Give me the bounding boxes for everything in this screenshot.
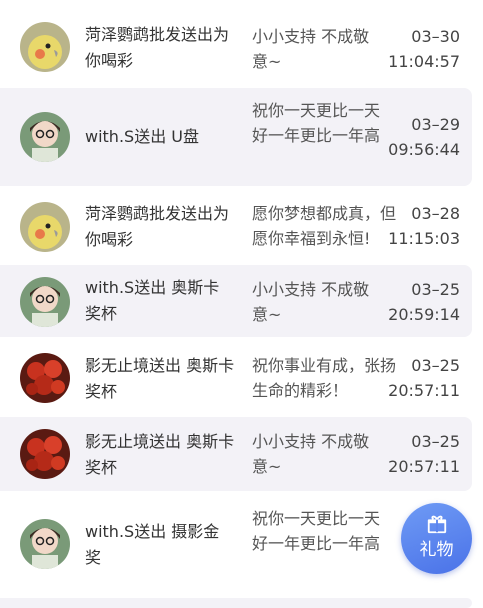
timestamp: 03–29 09:56:44 <box>360 112 460 162</box>
date-text: 03–29 <box>411 115 460 134</box>
gift-icon <box>427 515 447 534</box>
list-item[interactable]: 菏泽鹦鹉批发送出为你喝彩 小小支持 不成敬意~ 03–30 11:04:57 <box>0 10 472 82</box>
timestamp: 03–25 20:59:14 <box>360 277 460 327</box>
giver-text: 菏泽鹦鹉批发送出为你喝彩 <box>85 204 230 249</box>
girl-avatar[interactable] <box>20 277 70 327</box>
giver-text: 菏泽鹦鹉批发送出为你喝彩 <box>85 25 230 70</box>
date-text: 03–28 <box>411 204 460 223</box>
parrot-avatar[interactable] <box>20 202 70 252</box>
crayfish-avatar[interactable] <box>20 353 70 403</box>
gift-button-label: 礼物 <box>419 540 454 560</box>
giver-text: 影无止境送出 奥斯卡奖杯 <box>85 356 235 401</box>
list-item[interactable]: 影无止境送出 奥斯卡奖杯 祝你事业有成，张扬生命的精彩！ 03–25 20:57… <box>0 343 472 411</box>
time-text: 09:56:44 <box>388 140 460 159</box>
date-text: 03–30 <box>411 27 460 46</box>
time-text: 20:59:14 <box>388 305 460 324</box>
giver-text: with.S送出 摄影金奖 <box>85 522 220 567</box>
gift-record-list: 菏泽鹦鹉批发送出为你喝彩 小小支持 不成敬意~ 03–30 11:04:57 w… <box>0 0 483 608</box>
gift-button[interactable]: 礼物 <box>401 503 472 574</box>
list-item[interactable]: with.S送出 U盘 祝你一天更比一天好一年更比一年高 03–29 09:56… <box>0 88 472 186</box>
parrot-avatar[interactable] <box>20 22 70 72</box>
timestamp: 03–30 11:04:57 <box>360 24 460 74</box>
list-item[interactable]: 菏泽鹦鹉批发送出为你喝彩 愿你梦想都成真，但愿你幸福到永恒! 03–28 11:… <box>0 192 472 260</box>
date-text: 03–25 <box>411 432 460 451</box>
girl-avatar[interactable] <box>20 112 70 162</box>
crayfish-avatar[interactable] <box>20 429 70 479</box>
timestamp: 03–25 20:57:11 <box>360 353 460 403</box>
timestamp: 03–28 11:15:03 <box>360 201 460 251</box>
giver-text: with.S送出 奥斯卡奖杯 <box>85 278 220 323</box>
list-item[interactable]: with.S送出 奥斯卡奖杯 小小支持 不成敬意~ 03–25 20:59:14 <box>0 265 472 337</box>
date-text: 03–25 <box>411 280 460 299</box>
time-text: 11:04:57 <box>388 52 460 71</box>
giver-text: 影无止境送出 奥斯卡奖杯 <box>85 432 235 477</box>
date-text: 03–25 <box>411 356 460 375</box>
girl-avatar[interactable] <box>20 519 70 569</box>
time-text: 20:57:11 <box>388 381 460 400</box>
time-text: 20:57:11 <box>388 457 460 476</box>
timestamp: 03–25 20:57:11 <box>360 429 460 479</box>
time-text: 11:15:03 <box>388 229 460 248</box>
giver-text: with.S送出 U盘 <box>85 127 199 146</box>
list-item[interactable]: 影无止境送出 奥斯卡奖杯 小小支持 不成敬意~ 03–25 20:57:11 <box>0 417 472 491</box>
list-item[interactable] <box>0 598 472 608</box>
